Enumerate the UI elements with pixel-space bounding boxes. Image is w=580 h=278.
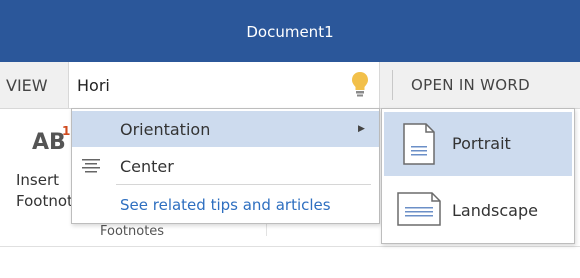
- align-center-icon: [82, 159, 100, 173]
- search-results-menu: Orientation ▶ Center See related tips an…: [71, 108, 380, 224]
- insert-footnote-label-2: Footnote: [16, 192, 74, 210]
- open-in-word-label: OPEN IN WORD: [411, 76, 530, 94]
- search-input[interactable]: [77, 71, 337, 99]
- menu-item-orientation[interactable]: Orientation ▶: [72, 111, 379, 147]
- chevron-right-icon: ▶: [358, 124, 365, 134]
- submenu-item-label: Landscape: [452, 201, 538, 220]
- menu-item-center[interactable]: Center: [72, 148, 379, 184]
- insert-footnote-button[interactable]: Insert Footnote: [16, 170, 74, 212]
- tab-view[interactable]: VIEW: [0, 62, 62, 108]
- menu-item-label: Center: [120, 156, 174, 176]
- footnote-superscript-icon: 1: [62, 124, 71, 138]
- submenu-item-landscape[interactable]: Landscape: [384, 179, 572, 243]
- related-tips-link[interactable]: See related tips and articles: [72, 187, 379, 223]
- footnotes-group-label: Footnotes: [100, 224, 165, 239]
- submenu-item-label: Portrait: [452, 134, 511, 153]
- menu-item-label: See related tips and articles: [120, 196, 331, 214]
- tell-me-search[interactable]: [68, 62, 380, 108]
- ribbon-bottom-border: [0, 246, 580, 247]
- orientation-submenu: Portrait Landscape: [381, 108, 575, 244]
- submenu-item-portrait[interactable]: Portrait: [384, 112, 572, 176]
- title-bar: Document1: [0, 0, 580, 62]
- tab-view-label: VIEW: [6, 75, 48, 95]
- document-title: Document1: [246, 23, 334, 41]
- menu-item-label: Orientation: [120, 119, 211, 139]
- menu-divider: [116, 184, 371, 185]
- toolbar-divider: [392, 70, 393, 100]
- landscape-page-icon: [397, 192, 441, 226]
- insert-footnote-icon[interactable]: AB: [32, 130, 66, 155]
- open-in-word-button[interactable]: OPEN IN WORD: [411, 62, 530, 108]
- insert-footnote-label-1: Insert: [16, 171, 60, 189]
- lightbulb-icon[interactable]: [350, 70, 370, 98]
- portrait-page-icon: [403, 123, 435, 165]
